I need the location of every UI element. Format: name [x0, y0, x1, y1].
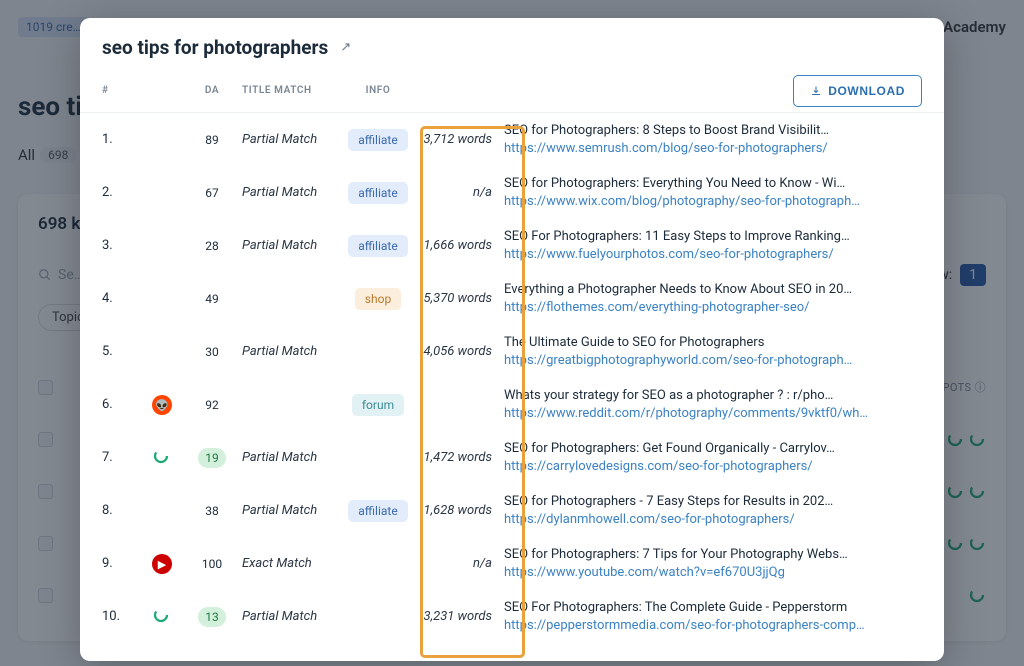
word-count: 4,056 words [414, 344, 504, 359]
title-match: Partial Match [242, 344, 342, 359]
download-button[interactable]: DOWNLOAD [793, 75, 922, 107]
result-cell: Everything a Photographer Needs to Know … [504, 282, 922, 315]
table-row[interactable]: 2. 67Partial Matchaffiliaten/aSEO for Pho… [80, 166, 944, 219]
word-count: 3,712 words [414, 132, 504, 147]
title-match: Partial Match [242, 609, 342, 624]
word-count: 1,628 words [414, 503, 504, 518]
word-count: 5,370 words [414, 291, 504, 306]
table-row[interactable]: 1. 89Partial Matchaffiliate3,712 wordsSEO… [80, 113, 944, 166]
row-number: 7. [102, 450, 152, 465]
result-cell: SEO for Photographers - 7 Easy Steps for… [504, 494, 922, 527]
result-cell: Whats your strategy for SEO as a photogr… [504, 388, 922, 421]
col-header-info: INFO [342, 85, 414, 96]
row-number: 8. [102, 503, 152, 518]
da-value: 92 [182, 394, 242, 415]
da-value: 28 [182, 235, 242, 256]
modal-title: seo tips for photographers [102, 36, 328, 59]
result-url[interactable]: https://www.reddit.com/r/photography/com… [504, 406, 922, 421]
result-title: SEO for Photographers: Everything You Ne… [504, 176, 922, 191]
table-row[interactable]: 6.👽92 forum Whats your strategy for SEO as… [80, 378, 944, 431]
result-title: SEO for Photographers: 7 Tips for Your P… [504, 547, 922, 562]
result-title: The Ultimate Guide to SEO for Photograph… [504, 335, 922, 350]
result-url[interactable]: https://www.wix.com/blog/photography/seo… [504, 194, 922, 209]
title-match: Exact Match [242, 556, 342, 571]
title-match: Partial Match [242, 450, 342, 465]
result-url[interactable]: https://greatbigphotographyworld.com/seo… [504, 353, 922, 368]
row-number: 5. [102, 344, 152, 359]
result-title: SEO for Photographers: 8 Steps to Boost … [504, 123, 922, 138]
da-value: 49 [182, 288, 242, 309]
youtube-icon: ▶ [152, 553, 182, 575]
table-row[interactable]: 4. 49 shop5,370 wordsEverything a Photogra… [80, 272, 944, 325]
word-count: n/a [414, 185, 504, 200]
col-header-match: TITLE MATCH [242, 85, 342, 96]
info-badge: affiliate [342, 129, 414, 151]
external-link-icon[interactable]: ↗ [340, 40, 351, 55]
title-match: Partial Match [242, 503, 342, 518]
result-url[interactable]: https://www.youtube.com/watch?v=ef670U3j… [504, 565, 922, 580]
row-number: 4. [102, 291, 152, 306]
row-number: 6. [102, 397, 152, 412]
info-badge: affiliate [342, 235, 414, 257]
result-url[interactable]: https://dylanmhowell.com/seo-for-photogr… [504, 512, 922, 527]
info-badge: affiliate [342, 500, 414, 522]
col-header-da: DA [182, 85, 242, 96]
serp-modal: seo tips for photographers ↗ # DA TITLE … [80, 18, 944, 661]
result-url[interactable]: https://www.fuelyourphotos.com/seo-for-p… [504, 247, 922, 262]
info-badge: shop [342, 288, 414, 310]
result-title: Everything a Photographer Needs to Know … [504, 282, 922, 297]
da-value: 100 [182, 553, 242, 574]
row-number: 1. [102, 132, 152, 147]
da-value: 30 [182, 341, 242, 362]
result-title: SEO For Photographers: The Complete Guid… [504, 600, 922, 615]
row-number: 2. [102, 185, 152, 200]
table-row[interactable]: 5. 30Partial Match 4,056 wordsThe Ultimate… [80, 325, 944, 378]
result-url[interactable]: https://carrylovedesigns.com/seo-for-pho… [504, 459, 922, 474]
result-title: Whats your strategy for SEO as a photogr… [504, 388, 922, 403]
table-row[interactable]: 8. 38Partial Matchaffiliate1,628 wordsSEO… [80, 484, 944, 537]
table-row[interactable]: 7. 19Partial Match 1,472 wordsSEO for Phot… [80, 431, 944, 484]
col-header-num: # [102, 85, 152, 96]
da-value: 89 [182, 129, 242, 150]
result-title: SEO for Photographers: Get Found Organic… [504, 441, 922, 456]
word-count: 1,666 words [414, 238, 504, 253]
da-value: 19 [182, 447, 242, 468]
table-row[interactable]: 10. 13Partial Match 3,231 wordsSEO For Pho… [80, 590, 944, 643]
word-count: n/a [414, 556, 504, 571]
da-value: 13 [182, 606, 242, 627]
table-row[interactable]: 9.▶100Exact Match n/aSEO for Photographer… [80, 537, 944, 590]
word-count: 3,231 words [414, 609, 504, 624]
title-match: Partial Match [242, 185, 342, 200]
info-badge: affiliate [342, 182, 414, 204]
result-url[interactable]: https://flothemes.com/everything-photogr… [504, 300, 922, 315]
word-count: 1,472 words [414, 450, 504, 465]
result-cell: SEO for Photographers: 8 Steps to Boost … [504, 123, 922, 156]
table-body: 1.89Partial Matchaffiliate3,712 wordsSEO… [80, 113, 944, 643]
info-badge: forum [342, 394, 414, 416]
result-title: SEO for Photographers - 7 Easy Steps for… [504, 494, 922, 509]
result-url[interactable]: https://www.semrush.com/blog/seo-for-pho… [504, 141, 922, 156]
brand-ring-icon [152, 606, 182, 628]
row-number: 10. [102, 609, 152, 624]
result-title: SEO For Photographers: 11 Easy Steps to … [504, 229, 922, 244]
da-value: 38 [182, 500, 242, 521]
result-cell: SEO For Photographers: 11 Easy Steps to … [504, 229, 922, 262]
result-url[interactable]: https://pepperstormmedia.com/seo-for-pho… [504, 618, 922, 633]
result-cell: The Ultimate Guide to SEO for Photograph… [504, 335, 922, 368]
result-cell: SEO for Photographers: 7 Tips for Your P… [504, 547, 922, 580]
table-row[interactable]: 3. 28Partial Matchaffiliate1,666 wordsSEO… [80, 219, 944, 272]
result-cell: SEO for Photographers: Everything You Ne… [504, 176, 922, 209]
row-number: 3. [102, 238, 152, 253]
result-cell: SEO For Photographers: The Complete Guid… [504, 600, 922, 633]
row-number: 9. [102, 556, 152, 571]
reddit-icon: 👽 [152, 394, 182, 416]
da-value: 67 [182, 182, 242, 203]
table-header: # DA TITLE MATCH INFO DOWNLOAD [80, 73, 944, 113]
result-cell: SEO for Photographers: Get Found Organic… [504, 441, 922, 474]
brand-ring-icon [152, 447, 182, 469]
title-match: Partial Match [242, 132, 342, 147]
title-match: Partial Match [242, 238, 342, 253]
